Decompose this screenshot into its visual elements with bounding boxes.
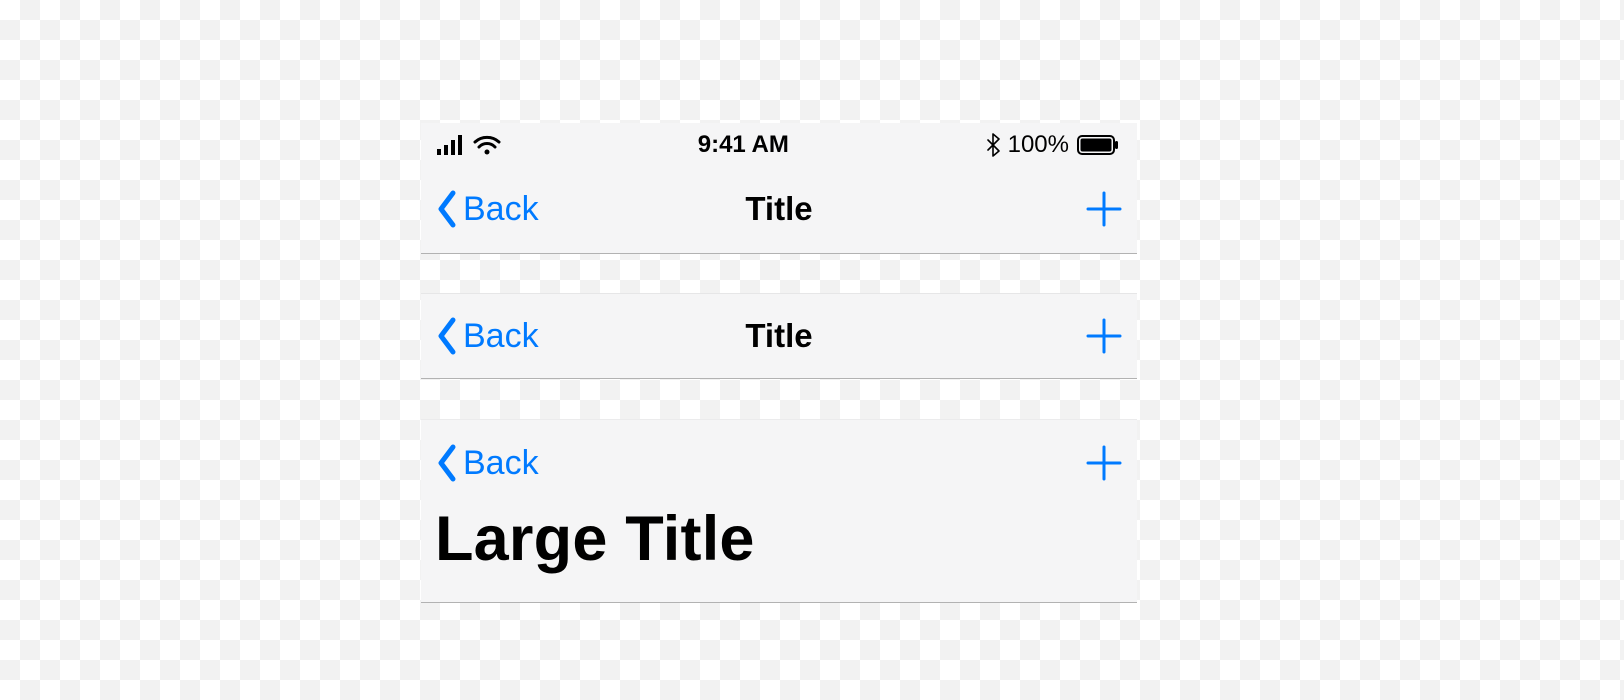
back-label: Back [463,192,539,226]
chevron-left-icon [435,316,459,356]
navbar-large-title: Back Large Title [421,419,1137,603]
status-bar: 9:41 AM 100% [421,123,1137,166]
add-button[interactable] [1085,317,1123,355]
wifi-icon [473,135,501,155]
canvas: 9:41 AM 100% [0,0,1624,700]
plus-icon [1085,190,1123,228]
add-button[interactable] [1085,190,1123,228]
battery-percent: 100% [1008,131,1069,159]
chevron-left-icon [435,189,459,229]
back-button[interactable]: Back [435,189,539,229]
large-title: Large Title [421,506,1137,584]
status-right: 100% [986,131,1119,159]
status-left [437,135,501,155]
add-button[interactable] [1085,444,1123,482]
status-time: 9:41 AM [501,131,986,159]
navbar-title-empty [792,463,832,464]
cellular-signal-icon [437,135,465,155]
navbar-row: Back [421,420,1137,506]
navbar-standard: Back Title [421,293,1137,379]
plus-icon [1085,444,1123,482]
back-label: Back [463,319,539,353]
navbar-row: Back Title [421,294,1137,378]
navbar-row: Back Title [421,166,1137,252]
navbar-with-statusbar: 9:41 AM 100% [421,123,1137,254]
back-button[interactable]: Back [435,443,539,483]
back-label: Back [463,446,539,480]
plus-icon [1085,317,1123,355]
chevron-left-icon [435,443,459,483]
bluetooth-icon [986,133,1000,157]
battery-icon [1077,135,1119,155]
back-button[interactable]: Back [435,316,539,356]
